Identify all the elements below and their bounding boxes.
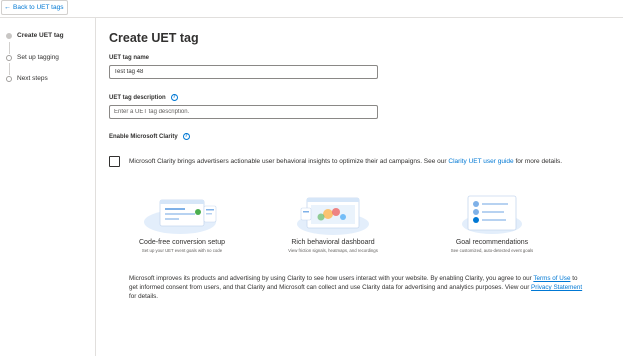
feature-subtitle: See customized, auto-detected event goal… bbox=[450, 248, 534, 253]
info-icon[interactable]: ? bbox=[170, 94, 178, 101]
code-free-setup-illustration bbox=[142, 192, 222, 236]
dashboard-illustration bbox=[293, 192, 373, 236]
tag-name-input[interactable] bbox=[109, 65, 378, 79]
tag-description-label: UET tag description ? bbox=[109, 94, 178, 101]
feature-title: Rich behavioral dashboard bbox=[291, 239, 375, 246]
goal-recommendations-illustration bbox=[452, 192, 532, 236]
step-connector bbox=[8, 63, 10, 75]
step-indicator-icon bbox=[6, 32, 12, 39]
tag-description-label-text: UET tag description bbox=[109, 94, 166, 101]
feature-subtitle: Set up your UET event goals with no code bbox=[141, 248, 223, 253]
step-label: Set up tagging bbox=[17, 54, 59, 61]
steps-sidebar: Create UET tag Set up tagging Next steps bbox=[0, 18, 96, 356]
clarity-text-part: Microsoft Clarity brings advertisers act… bbox=[129, 158, 449, 165]
step-label: Create UET tag bbox=[17, 32, 64, 39]
terms-of-use-link[interactable]: Terms of Use bbox=[533, 275, 570, 282]
step-set-up-tagging[interactable]: Set up tagging bbox=[6, 54, 59, 61]
back-to-uet-tags-button[interactable]: ← Back to UET tags bbox=[1, 0, 69, 15]
top-bar: ← Back to UET tags bbox=[0, 0, 623, 17]
enable-clarity-label-text: Enable Microsoft Clarity bbox=[109, 133, 178, 140]
feature-rich-dashboard: Rich behavioral dashboard View friction … bbox=[268, 192, 398, 253]
arrow-left-icon: ← bbox=[4, 4, 11, 11]
disclaimer-text: Microsoft improves its products and adve… bbox=[129, 275, 534, 282]
feature-goal-recommendations: Goal recommendations See customized, aut… bbox=[427, 192, 557, 253]
step-indicator-icon bbox=[6, 75, 12, 82]
clarity-text-part: for more details. bbox=[513, 158, 563, 165]
feature-title: Code-free conversion setup bbox=[139, 239, 225, 246]
privacy-statement-link[interactable]: Privacy Statement bbox=[531, 284, 582, 291]
disclaimer-text: for details. bbox=[129, 293, 159, 300]
step-next-steps[interactable]: Next steps bbox=[6, 75, 48, 82]
step-indicator-icon bbox=[6, 54, 12, 61]
info-icon[interactable]: ? bbox=[182, 133, 190, 140]
tag-name-label: UET tag name bbox=[109, 55, 149, 61]
tag-description-input[interactable] bbox=[109, 105, 378, 119]
feature-subtitle: View friction signals, heatmaps, and rec… bbox=[288, 248, 378, 253]
page-title: Create UET tag bbox=[109, 31, 199, 45]
clarity-user-guide-link[interactable]: Clarity UET user guide bbox=[448, 158, 513, 165]
enable-clarity-label: Enable Microsoft Clarity ? bbox=[109, 133, 190, 140]
step-create-uet-tag[interactable]: Create UET tag bbox=[6, 32, 64, 39]
feature-title: Goal recommendations bbox=[455, 239, 529, 246]
clarity-disclaimer: Microsoft improves its products and adve… bbox=[129, 274, 584, 301]
tag-name-label-text: UET tag name bbox=[109, 55, 150, 61]
enable-clarity-checkbox[interactable] bbox=[109, 156, 120, 167]
feature-code-free-setup: Code-free conversion setup Set up your U… bbox=[117, 192, 247, 253]
clarity-description: Microsoft Clarity brings advertisers act… bbox=[129, 157, 569, 166]
step-connector bbox=[8, 42, 10, 54]
step-label: Next steps bbox=[17, 75, 48, 82]
back-button-label: Back to UET tags bbox=[13, 4, 64, 11]
